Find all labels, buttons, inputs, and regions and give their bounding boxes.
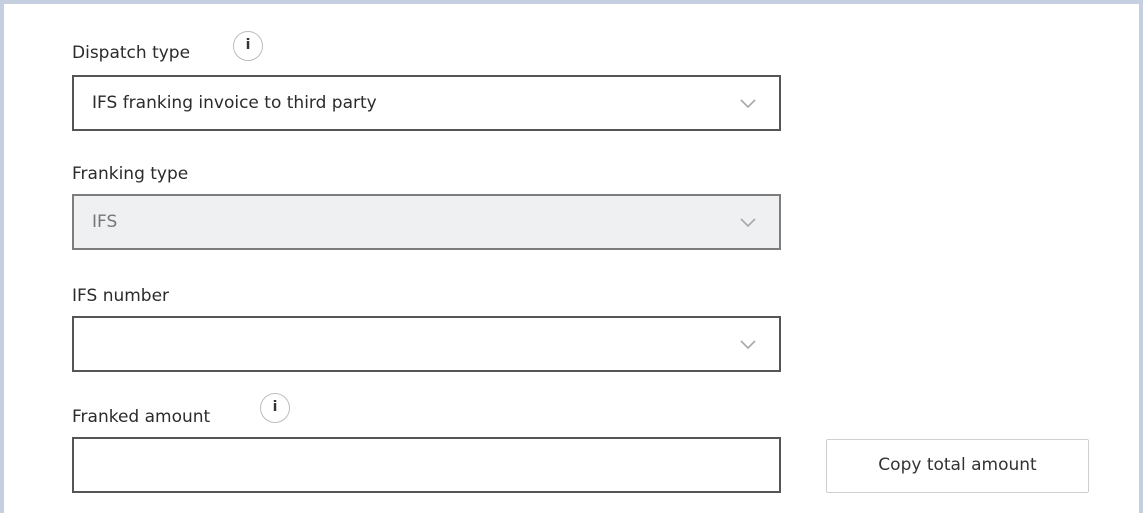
dispatch-type-selected-value: IFS franking invoice to third party bbox=[92, 93, 377, 113]
franking-type-selected-value: IFS bbox=[92, 212, 118, 232]
dispatch-type-select[interactable]: IFS franking invoice to third party bbox=[72, 75, 781, 131]
ifs-number-select[interactable] bbox=[72, 316, 781, 372]
dispatch-form-panel: Dispatch type i IFS franking invoice to … bbox=[0, 0, 1143, 513]
dispatch-type-info-icon[interactable]: i bbox=[233, 31, 263, 61]
franked-amount-info-icon[interactable]: i bbox=[260, 393, 290, 423]
ifs-number-label: IFS number bbox=[72, 286, 170, 306]
dispatch-type-label: Dispatch type bbox=[72, 43, 191, 63]
chevron-down-icon bbox=[740, 218, 756, 228]
franked-amount-input[interactable] bbox=[72, 437, 781, 493]
chevron-down-icon bbox=[740, 99, 756, 109]
franked-amount-label: Franked amount bbox=[72, 407, 211, 427]
copy-total-amount-button[interactable]: Copy total amount bbox=[826, 439, 1089, 493]
chevron-down-icon bbox=[740, 340, 756, 350]
franking-type-select: IFS bbox=[72, 194, 781, 250]
franking-type-label: Franking type bbox=[72, 164, 189, 184]
